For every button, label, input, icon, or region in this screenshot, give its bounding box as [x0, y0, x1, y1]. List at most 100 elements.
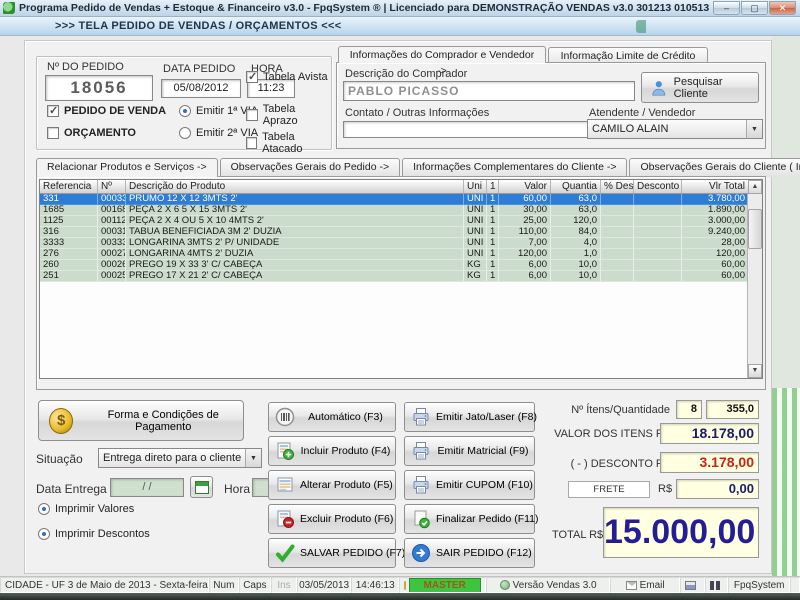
maximize-button[interactable]: ▢	[741, 1, 768, 15]
product-grid-panel: Referencia Nº Descrição do Produto Uni 1 Valo…	[36, 176, 766, 390]
order-date-field[interactable]: 05/08/2012	[161, 79, 241, 98]
header-logo-icon	[636, 20, 696, 33]
column-header[interactable]: Vlr Total	[682, 180, 749, 193]
status-user-badge: MASTER	[408, 578, 481, 592]
situacao-label: Situação	[36, 452, 83, 466]
doc-remove-icon	[275, 509, 295, 529]
printer-icon	[685, 580, 697, 590]
frete-moeda-label: R$	[658, 483, 673, 495]
frete-button[interactable]: FRETE	[568, 481, 650, 498]
forma-pagamento-button[interactable]: $ Forma e Condições de Pagamento	[38, 400, 244, 441]
data-entrega-label: Data Entrega	[36, 482, 107, 496]
buyer-tab-control: Informações do Comprador e Vendedor -> I…	[336, 46, 766, 150]
screen-title: >>> TELA PEDIDO DE VENDAS / ORÇAMENTOS <…	[55, 20, 342, 32]
status-print[interactable]	[679, 577, 706, 593]
table-row[interactable]: 276000276LONGARINA 4MTS 2' DÚZIAUNI1120,…	[40, 249, 762, 260]
tabela-aprazo-checkbox[interactable]	[246, 109, 258, 121]
tabela-avista-checkbox[interactable]	[246, 70, 258, 83]
chevron-down-icon: ▼	[746, 120, 762, 138]
column-header[interactable]: 1	[487, 180, 499, 193]
grid-vertical-scrollbar[interactable]: ▲ ▼	[747, 180, 762, 378]
emitir-2via-radio[interactable]	[179, 127, 191, 139]
table-row[interactable]: 316000316TABUA BENEFICIADA 3M 2' DUZIAUN…	[40, 227, 762, 238]
emitir-cupom-button[interactable]: Emitir CUPOM (F10)	[404, 470, 535, 500]
imprimir-descontos-radio[interactable]	[38, 528, 50, 540]
valor-itens-field: 18.178,00	[660, 423, 759, 444]
check-icon	[275, 543, 295, 563]
table-row[interactable]: 251000251PREGO 17 X 21 2' C/ CABEÇAKG16,…	[40, 271, 762, 282]
descricao-comprador-field[interactable]: PABLO PICASSO	[343, 81, 635, 101]
scroll-up-icon[interactable]: ▲	[748, 180, 762, 194]
atendente-label: Atendente / Vendedor	[589, 107, 696, 119]
emitir-1via-radio[interactable]	[179, 105, 191, 117]
column-header[interactable]: Desconto	[634, 180, 682, 193]
alterar-produto-button[interactable]: Alterar Produto (F5)	[268, 470, 396, 500]
imprimir-valores-option[interactable]: Imprimir Valores	[38, 503, 134, 515]
imprimir-descontos-option[interactable]: Imprimir Descontos	[38, 528, 150, 540]
status-time: 14:46:13	[351, 577, 400, 593]
status-bar: CIDADE - UF 3 de Maio de 2013 - Sexta-fe…	[0, 576, 800, 593]
order-number-field[interactable]: 18056	[45, 75, 153, 101]
itens-qty-field: 355,0	[706, 400, 759, 419]
column-header[interactable]: Referencia	[40, 180, 98, 193]
excluir-produto-button[interactable]: Excluir Produto (F6)	[268, 504, 396, 534]
order-number-label: Nº DO PEDIDO	[47, 61, 124, 73]
table-row[interactable]: 331000331PRUMO 12 X 12 3MTS 2'UNI160,006…	[40, 194, 762, 205]
coin-icon: $	[49, 407, 74, 434]
atendente-combobox[interactable]: CAMILO ALAIN ▼	[587, 119, 763, 139]
scroll-down-icon[interactable]: ▼	[748, 364, 762, 378]
tab-comprador-vendedor[interactable]: Informações do Comprador e Vendedor ->	[338, 46, 546, 77]
total-field: 15.000,00	[603, 507, 759, 558]
data-entrega-field[interactable]: / /	[110, 478, 184, 497]
table-row[interactable]: 1125001125PEÇA 2 X 4 OU 5 X 10 4MTS 2'UN…	[40, 216, 762, 227]
column-header[interactable]: Valor	[499, 180, 551, 193]
application-window: Programa Pedido de Vendas + Estoque & Fi…	[0, 0, 800, 600]
column-header[interactable]: Uni	[464, 180, 487, 193]
person-icon	[652, 80, 666, 95]
column-header[interactable]: Nº	[98, 180, 126, 193]
grid-header-row: Referencia Nº Descrição do Produto Uni 1 Valo…	[40, 180, 762, 194]
finalizar-pedido-button[interactable]: Finalizar Pedido (F11)	[404, 504, 539, 534]
tabela-atacado-checkbox[interactable]	[246, 137, 258, 149]
product-tab-4[interactable]: Observações Gerais do Cliente ( Informaç…	[629, 158, 800, 177]
grid-body: 331000331PRUMO 12 X 12 3MTS 2'UNI160,006…	[40, 194, 762, 282]
contato-field[interactable]	[343, 121, 593, 138]
chevron-down-icon: ▼	[245, 449, 261, 467]
pedido-venda-checkbox[interactable]	[47, 104, 59, 117]
table-row[interactable]: 260000260PREGO 19 X 33 3' C/ CABEÇAKG16,…	[40, 260, 762, 271]
orcamento-checkbox[interactable]	[47, 127, 59, 139]
situacao-combobox[interactable]: Entrega direto para o cliente ▼	[98, 448, 262, 468]
pesquisar-cliente-button[interactable]: Pesquisar Cliente	[641, 72, 759, 103]
network-icon	[710, 580, 721, 590]
salvar-pedido-button[interactable]: SALVAR PEDIDO (F7)	[268, 538, 405, 568]
order-group: Nº DO PEDIDO 18056 DATA PEDIDO 05/08/201…	[36, 56, 332, 155]
column-header[interactable]: % Desc.	[601, 180, 634, 193]
scroll-thumb[interactable]	[748, 209, 762, 249]
automatico-button[interactable]: Automático (F3)	[268, 402, 396, 432]
emitir-jato-laser-button[interactable]: Emitir Jato/Laser (F8)	[404, 402, 537, 432]
imprimir-valores-radio[interactable]	[38, 503, 50, 515]
table-row[interactable]: 3333003333LONGARINA 3MTS 2' P/ UNIDADEUN…	[40, 238, 762, 249]
calendar-button[interactable]	[190, 476, 213, 498]
status-email[interactable]: Email	[610, 577, 680, 593]
product-tab-1[interactable]: Relacionar Produtos e Serviços ->	[36, 158, 218, 177]
product-tab-3[interactable]: Informações Complementares do Cliente ->	[402, 158, 628, 177]
incluir-produto-button[interactable]: Incluir Produto (F4)	[268, 436, 396, 466]
close-button[interactable]: ✕	[769, 1, 796, 15]
status-network[interactable]	[705, 577, 729, 593]
status-caps: Caps	[238, 577, 271, 593]
pedido-venda-option[interactable]: PEDIDO DE VENDA	[47, 104, 166, 117]
tabela-atacado-option[interactable]: Tabela Atacado	[246, 131, 331, 155]
column-header[interactable]: Descrição do Produto	[126, 180, 464, 193]
product-tab-2[interactable]: Observações Gerais do Pedido ->	[219, 158, 401, 177]
column-header[interactable]: Quantia	[551, 180, 601, 193]
orcamento-option[interactable]: ORÇAMENTO	[47, 127, 136, 139]
action-col-2: Emitir Jato/Laser (F8) Emitir Matricial (…	[404, 402, 539, 568]
minimize-button[interactable]: –	[713, 1, 740, 15]
tabela-aprazo-option[interactable]: Tabela Aprazo	[246, 103, 331, 127]
tabela-avista-option[interactable]: Tabela Avista	[246, 70, 328, 83]
emitir-matricial-button[interactable]: Emitir Matricial (F9)	[404, 436, 535, 466]
globe-icon	[499, 580, 510, 590]
table-row[interactable]: 1685001685PEÇA 2 X 6 5 X 15 3MTS 2'UNI13…	[40, 205, 762, 216]
sair-pedido-button[interactable]: SAIR PEDIDO (F12)	[404, 538, 535, 568]
